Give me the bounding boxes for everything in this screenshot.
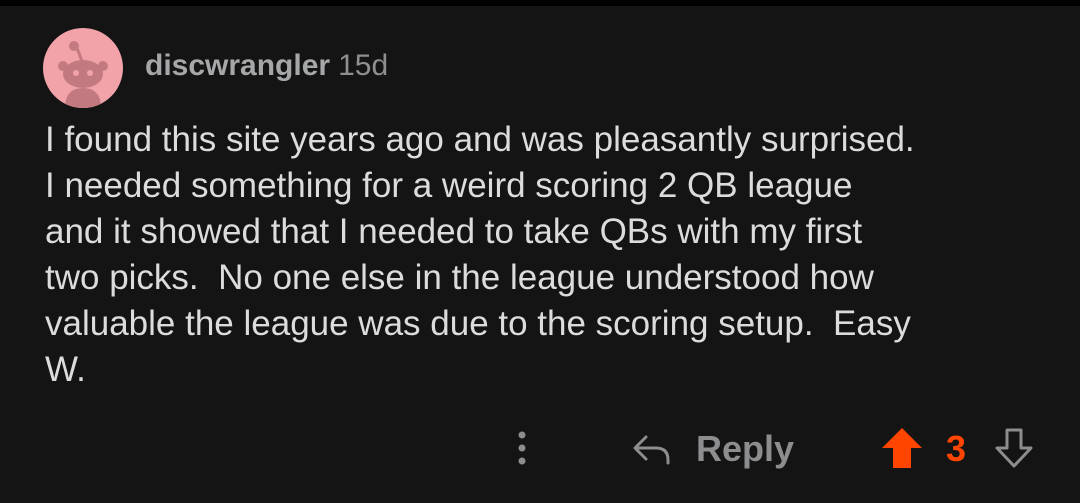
reply-arrow-icon — [633, 435, 670, 465]
comment-body: I found this site years ago and was plea… — [45, 117, 1045, 393]
snoo-avatar-icon — [58, 41, 108, 108]
vote-score: 3 — [946, 428, 967, 469]
upvote-arrow-icon — [882, 428, 922, 468]
user-avatar[interactable] — [43, 28, 123, 108]
comment-body-line: and it showed that I needed to take QBs … — [45, 212, 863, 251]
comment-body-line: I found this site years ago and was plea… — [45, 120, 915, 159]
username-link[interactable]: discwrangler — [145, 49, 330, 82]
comment-meta: discwrangler 15d — [145, 48, 388, 84]
comment-body-line: I needed something for a weird scoring 2… — [45, 166, 853, 205]
downvote-button[interactable] — [990, 424, 1038, 472]
more-options-button[interactable] — [510, 426, 534, 472]
more-vertical-icon — [518, 431, 526, 465]
downvote-arrow-icon — [995, 428, 1033, 468]
comment-body-line: valuable the league was due to the scori… — [45, 304, 911, 343]
comment-body-line: two picks. No one else in the league und… — [45, 258, 874, 297]
comment-body-line: W. — [45, 350, 86, 389]
reply-label: Reply — [696, 428, 795, 469]
upvote-button[interactable] — [878, 424, 926, 472]
comment-age: 15d — [338, 49, 389, 82]
reply-button[interactable]: Reply — [630, 424, 794, 474]
